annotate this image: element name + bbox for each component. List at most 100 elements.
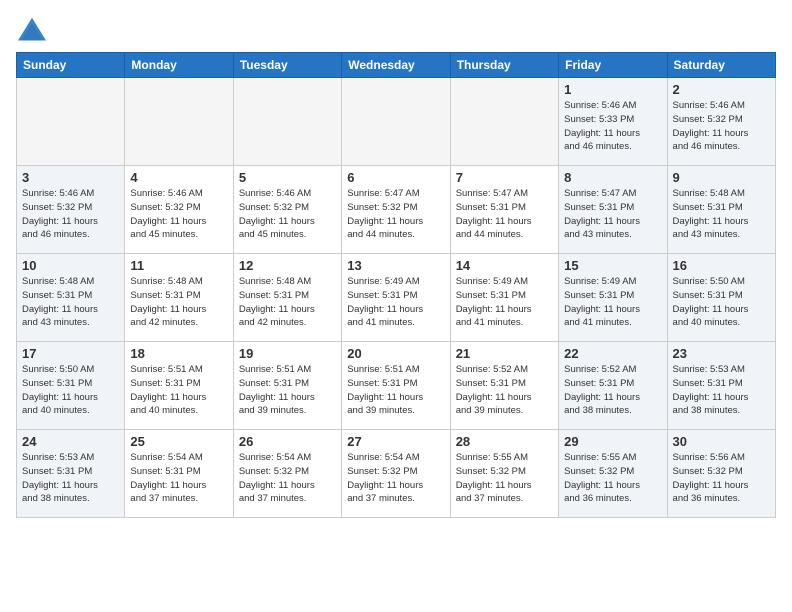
day-number: 5 bbox=[239, 170, 336, 185]
day-info: Sunrise: 5:47 AMSunset: 5:32 PMDaylight:… bbox=[347, 187, 444, 242]
calendar-cell: 22 Sunrise: 5:52 AMSunset: 5:31 PMDayligh… bbox=[559, 342, 667, 430]
day-number: 4 bbox=[130, 170, 227, 185]
calendar-cell: 8 Sunrise: 5:47 AMSunset: 5:31 PMDaylight… bbox=[559, 166, 667, 254]
day-info: Sunrise: 5:47 AMSunset: 5:31 PMDaylight:… bbox=[564, 187, 661, 242]
day-number: 21 bbox=[456, 346, 553, 361]
day-number: 17 bbox=[22, 346, 119, 361]
day-header-row: SundayMondayTuesdayWednesdayThursdayFrid… bbox=[17, 53, 776, 78]
calendar-cell: 4 Sunrise: 5:46 AMSunset: 5:32 PMDaylight… bbox=[125, 166, 233, 254]
calendar-cell: 14Sunrise: 5:49 AMSunset: 5:31 PMDayligh… bbox=[450, 254, 558, 342]
calendar-cell: 19 Sunrise: 5:51 AMSunset: 5:31 PMDayligh… bbox=[233, 342, 341, 430]
day-info: Sunrise: 5:46 AMSunset: 5:32 PMDaylight:… bbox=[239, 187, 336, 242]
calendar-cell: 13 Sunrise: 5:49 AMSunset: 5:31 PMDayligh… bbox=[342, 254, 450, 342]
day-info: Sunrise: 5:50 AMSunset: 5:31 PMDaylight:… bbox=[673, 275, 770, 330]
day-header-wednesday: Wednesday bbox=[342, 53, 450, 78]
calendar-cell: 10 Sunrise: 5:48 AMSunset: 5:31 PMDayligh… bbox=[17, 254, 125, 342]
day-info: Sunrise: 5:53 AMSunset: 5:31 PMDaylight:… bbox=[22, 451, 119, 506]
calendar-cell: 15 Sunrise: 5:49 AMSunset: 5:31 PMDayligh… bbox=[559, 254, 667, 342]
day-number: 30 bbox=[673, 434, 770, 449]
day-number: 12 bbox=[239, 258, 336, 273]
calendar-cell: 7 Sunrise: 5:47 AMSunset: 5:31 PMDaylight… bbox=[450, 166, 558, 254]
day-number: 23 bbox=[673, 346, 770, 361]
day-info: Sunrise: 5:46 AMSunset: 5:33 PMDaylight:… bbox=[564, 99, 661, 154]
day-number: 8 bbox=[564, 170, 661, 185]
calendar-cell: 12 Sunrise: 5:48 AMSunset: 5:31 PMDayligh… bbox=[233, 254, 341, 342]
day-info: Sunrise: 5:46 AMSunset: 5:32 PMDaylight:… bbox=[130, 187, 227, 242]
day-number: 11 bbox=[130, 258, 227, 273]
day-header-sunday: Sunday bbox=[17, 53, 125, 78]
day-info: Sunrise: 5:48 AMSunset: 5:31 PMDaylight:… bbox=[673, 187, 770, 242]
day-number: 27 bbox=[347, 434, 444, 449]
day-number: 24 bbox=[22, 434, 119, 449]
calendar-cell: 24 Sunrise: 5:53 AMSunset: 5:31 PMDayligh… bbox=[17, 430, 125, 518]
day-number: 9 bbox=[673, 170, 770, 185]
day-info: Sunrise: 5:48 AMSunset: 5:31 PMDaylight:… bbox=[239, 275, 336, 330]
calendar-cell: 6Sunrise: 5:47 AMSunset: 5:32 PMDaylight… bbox=[342, 166, 450, 254]
week-row-4: 17 Sunrise: 5:50 AMSunset: 5:31 PMDayligh… bbox=[17, 342, 776, 430]
calendar-cell: 1 Sunrise: 5:46 AMSunset: 5:33 PMDaylight… bbox=[559, 78, 667, 166]
day-info: Sunrise: 5:49 AMSunset: 5:31 PMDaylight:… bbox=[456, 275, 553, 330]
calendar-cell: 17 Sunrise: 5:50 AMSunset: 5:31 PMDayligh… bbox=[17, 342, 125, 430]
day-info: Sunrise: 5:46 AMSunset: 5:32 PMDaylight:… bbox=[673, 99, 770, 154]
day-info: Sunrise: 5:53 AMSunset: 5:31 PMDaylight:… bbox=[673, 363, 770, 418]
day-number: 26 bbox=[239, 434, 336, 449]
day-info: Sunrise: 5:49 AMSunset: 5:31 PMDaylight:… bbox=[564, 275, 661, 330]
day-info: Sunrise: 5:54 AMSunset: 5:31 PMDaylight:… bbox=[130, 451, 227, 506]
page-header bbox=[16, 16, 776, 44]
day-info: Sunrise: 5:55 AMSunset: 5:32 PMDaylight:… bbox=[564, 451, 661, 506]
day-number: 7 bbox=[456, 170, 553, 185]
day-header-friday: Friday bbox=[559, 53, 667, 78]
calendar-cell: 5 Sunrise: 5:46 AMSunset: 5:32 PMDaylight… bbox=[233, 166, 341, 254]
day-info: Sunrise: 5:50 AMSunset: 5:31 PMDaylight:… bbox=[22, 363, 119, 418]
day-info: Sunrise: 5:49 AMSunset: 5:31 PMDaylight:… bbox=[347, 275, 444, 330]
day-info: Sunrise: 5:54 AMSunset: 5:32 PMDaylight:… bbox=[347, 451, 444, 506]
day-header-tuesday: Tuesday bbox=[233, 53, 341, 78]
day-info: Sunrise: 5:56 AMSunset: 5:32 PMDaylight:… bbox=[673, 451, 770, 506]
calendar-cell: 16 Sunrise: 5:50 AMSunset: 5:31 PMDayligh… bbox=[667, 254, 775, 342]
day-header-monday: Monday bbox=[125, 53, 233, 78]
day-number: 1 bbox=[564, 82, 661, 97]
calendar-cell: 9 Sunrise: 5:48 AMSunset: 5:31 PMDaylight… bbox=[667, 166, 775, 254]
calendar-cell: 26 Sunrise: 5:54 AMSunset: 5:32 PMDayligh… bbox=[233, 430, 341, 518]
logo bbox=[16, 16, 52, 44]
day-info: Sunrise: 5:51 AMSunset: 5:31 PMDaylight:… bbox=[130, 363, 227, 418]
calendar-cell: 23 Sunrise: 5:53 AMSunset: 5:31 PMDayligh… bbox=[667, 342, 775, 430]
day-number: 16 bbox=[673, 258, 770, 273]
calendar-cell: 27 Sunrise: 5:54 AMSunset: 5:32 PMDayligh… bbox=[342, 430, 450, 518]
calendar-cell: 2 Sunrise: 5:46 AMSunset: 5:32 PMDaylight… bbox=[667, 78, 775, 166]
calendar-table: SundayMondayTuesdayWednesdayThursdayFrid… bbox=[16, 52, 776, 518]
calendar-cell bbox=[17, 78, 125, 166]
week-row-2: 3 Sunrise: 5:46 AMSunset: 5:32 PMDaylight… bbox=[17, 166, 776, 254]
day-number: 3 bbox=[22, 170, 119, 185]
calendar-cell: 21 Sunrise: 5:52 AMSunset: 5:31 PMDayligh… bbox=[450, 342, 558, 430]
day-header-thursday: Thursday bbox=[450, 53, 558, 78]
day-number: 13 bbox=[347, 258, 444, 273]
day-number: 10 bbox=[22, 258, 119, 273]
day-info: Sunrise: 5:55 AMSunset: 5:32 PMDaylight:… bbox=[456, 451, 553, 506]
day-number: 15 bbox=[564, 258, 661, 273]
day-info: Sunrise: 5:52 AMSunset: 5:31 PMDaylight:… bbox=[456, 363, 553, 418]
day-info: Sunrise: 5:47 AMSunset: 5:31 PMDaylight:… bbox=[456, 187, 553, 242]
calendar-cell: 28 Sunrise: 5:55 AMSunset: 5:32 PMDayligh… bbox=[450, 430, 558, 518]
day-number: 28 bbox=[456, 434, 553, 449]
day-number: 19 bbox=[239, 346, 336, 361]
day-info: Sunrise: 5:51 AMSunset: 5:31 PMDaylight:… bbox=[239, 363, 336, 418]
calendar-cell: 3Sunrise: 5:46 AMSunset: 5:32 PMDaylight… bbox=[17, 166, 125, 254]
day-header-saturday: Saturday bbox=[667, 53, 775, 78]
day-number: 29 bbox=[564, 434, 661, 449]
day-info: Sunrise: 5:48 AMSunset: 5:31 PMDaylight:… bbox=[130, 275, 227, 330]
day-number: 2 bbox=[673, 82, 770, 97]
calendar-cell bbox=[450, 78, 558, 166]
day-info: Sunrise: 5:48 AMSunset: 5:31 PMDaylight:… bbox=[22, 275, 119, 330]
day-number: 22 bbox=[564, 346, 661, 361]
week-row-1: 1 Sunrise: 5:46 AMSunset: 5:33 PMDaylight… bbox=[17, 78, 776, 166]
calendar-cell bbox=[125, 78, 233, 166]
week-row-5: 24 Sunrise: 5:53 AMSunset: 5:31 PMDayligh… bbox=[17, 430, 776, 518]
day-number: 25 bbox=[130, 434, 227, 449]
calendar-cell bbox=[342, 78, 450, 166]
calendar-cell bbox=[233, 78, 341, 166]
day-info: Sunrise: 5:52 AMSunset: 5:31 PMDaylight:… bbox=[564, 363, 661, 418]
day-number: 18 bbox=[130, 346, 227, 361]
day-info: Sunrise: 5:54 AMSunset: 5:32 PMDaylight:… bbox=[239, 451, 336, 506]
calendar-cell: 25 Sunrise: 5:54 AMSunset: 5:31 PMDayligh… bbox=[125, 430, 233, 518]
